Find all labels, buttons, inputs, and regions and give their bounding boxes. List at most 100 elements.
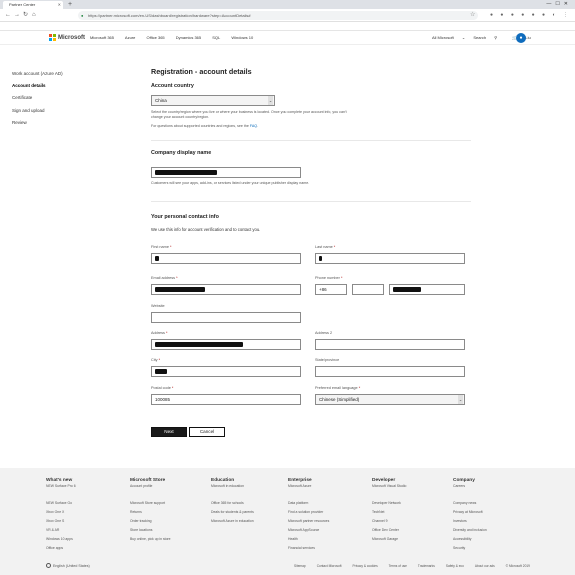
nav-windows-10[interactable]: Windows 10 [231, 35, 253, 40]
footer-link[interactable]: Security [453, 546, 533, 551]
footer-link[interactable]: Find a solution provider [288, 510, 368, 515]
forward-icon[interactable]: → [14, 11, 20, 20]
footer-link[interactable]: Microsoft Azure [288, 484, 368, 489]
footer-link[interactable]: Account profile [130, 484, 210, 489]
footer-link[interactable]: Xbox One S [46, 519, 126, 524]
footer-link[interactable]: Developer Network [372, 501, 452, 506]
footer-link[interactable]: Microsoft AppSource [288, 528, 368, 533]
window-controls[interactable]: —☐✕ [546, 0, 572, 9]
footer-link[interactable]: Investors [453, 519, 533, 524]
footer-link[interactable]: Channel 9 [372, 519, 452, 524]
step-review[interactable]: Review [12, 117, 102, 129]
language-value: Chinese (Simplified) [319, 397, 360, 402]
new-tab-icon[interactable]: + [68, 0, 72, 9]
avatar[interactable]: ● [516, 33, 526, 43]
footer-bottom-link[interactable]: Contact Microsoft [317, 564, 342, 568]
locale-selector[interactable]: English (United States) [46, 563, 90, 568]
footer-link[interactable]: Order tracking [130, 519, 210, 524]
first-name-input[interactable] [151, 253, 301, 264]
footer-link[interactable]: NEW Surface Pro 6 [46, 484, 126, 489]
website-input[interactable] [151, 312, 301, 323]
step-work-account[interactable]: Work account (Azure AD) [12, 68, 102, 80]
footer-column: Education Microsoft in education Office 36… [211, 477, 291, 528]
footer-link[interactable]: Office apps [46, 546, 126, 551]
footer-link[interactable]: Careers [453, 484, 533, 489]
nav-dynamics-365[interactable]: Dynamics 365 [176, 35, 201, 40]
footer-bottom-link[interactable]: Trademarks [418, 564, 435, 568]
footer-link[interactable]: Microsoft Azure in education [211, 519, 291, 524]
nav-sql[interactable]: SQL [212, 35, 220, 40]
footer-link[interactable]: Office Dev Center [372, 528, 452, 533]
nav-office-365[interactable]: Office 365 [146, 35, 164, 40]
footer-spacer [130, 493, 210, 501]
footer-link[interactable]: Store locations [130, 528, 210, 533]
reload-icon[interactable]: ↻ [23, 11, 28, 20]
footer-link[interactable]: Returns [130, 510, 210, 515]
language-select[interactable]: Chinese (Simplified) ⌄ [315, 394, 465, 405]
address-input[interactable] [151, 339, 301, 350]
company-display-name-input[interactable] [151, 167, 301, 178]
brand-name[interactable]: Microsoft [58, 34, 85, 42]
footer-column-heading: Developer [372, 478, 396, 483]
email-field[interactable] [151, 284, 301, 295]
address2-input[interactable] [315, 339, 465, 350]
step-certificate[interactable]: Certificate [12, 92, 102, 104]
footer-link[interactable]: Windows 10 apps [46, 537, 126, 542]
footer-link[interactable]: Diversity and inclusion [453, 528, 533, 533]
footer-link[interactable]: Xbox One X [46, 510, 126, 515]
footer-link[interactable]: Accessibility [453, 537, 533, 542]
city-input[interactable] [151, 366, 301, 377]
footer-bottom-link[interactable]: Safety & eco [446, 564, 464, 568]
step-sign-and-upload[interactable]: Sign and upload [12, 105, 102, 117]
phone-area-input[interactable] [352, 284, 384, 295]
footer-link[interactable]: Microsoft Store support [130, 501, 210, 506]
footer-bottom-link[interactable]: Sitemap [294, 564, 306, 568]
locale-label: English (United States) [53, 564, 90, 568]
tab-close-icon[interactable]: ✕ [58, 1, 61, 9]
extension-icons[interactable]: ● ● ● ● ● ● ◐ ⋮ [490, 11, 571, 20]
footer-bottom-link[interactable]: About our ads [475, 564, 495, 568]
footer-bottom-link[interactable]: Terms of use [389, 564, 407, 568]
footer-link[interactable]: Microsoft partner resources [288, 519, 368, 524]
nav-azure[interactable]: Azure [125, 35, 135, 40]
search-link[interactable]: Search ⚲ [473, 35, 504, 40]
footer-bottom-link[interactable]: Privacy & cookies [353, 564, 378, 568]
footer-link[interactable]: Company news [453, 501, 533, 506]
postal-code-input[interactable]: 100085 [151, 394, 301, 405]
footer-link[interactable]: Deals for students & parents [211, 510, 291, 515]
footer-link[interactable]: Microsoft Visual Studio [372, 484, 452, 489]
footer-link[interactable]: Health [288, 537, 368, 542]
cancel-button[interactable]: Cancel [189, 427, 225, 437]
microsoft-logo-icon[interactable] [49, 34, 56, 41]
next-button[interactable]: Next [151, 427, 187, 437]
phone-number-input[interactable] [389, 284, 465, 295]
footer-link[interactable]: Office 365 for schools [211, 501, 291, 506]
address-bar[interactable]: ● https://partner.microsoft.com/en-US/da… [78, 11, 478, 20]
user-locale[interactable]: Liu [525, 35, 530, 40]
footer-link[interactable]: VR & AR [46, 528, 126, 533]
footer-column: Company Careers Company news Privacy at Mic… [453, 477, 533, 555]
browser-tab[interactable]: Partner Center ✕ [3, 1, 63, 9]
home-icon[interactable]: ⌂ [32, 11, 36, 20]
last-name-input[interactable] [315, 253, 465, 264]
back-icon[interactable]: ← [5, 11, 11, 20]
faq-link[interactable]: FAQ [250, 124, 257, 128]
postal-code-label: Postal code * [151, 386, 174, 390]
footer-link[interactable]: Microsoft in education [211, 484, 291, 489]
step-account-details[interactable]: Account details [12, 80, 102, 92]
footer-link[interactable]: Microsoft Garage [372, 537, 452, 542]
footer-link[interactable]: TechNet [372, 510, 452, 515]
faq-prefix: For questions about supported countries … [151, 124, 249, 128]
state-input[interactable] [315, 366, 465, 377]
footer-link[interactable]: Data platform [288, 501, 368, 506]
footer-link[interactable]: Buy online, pick up in store [130, 537, 210, 542]
bookmark-star-icon[interactable]: ☆ [470, 11, 475, 20]
phone-country-code-input[interactable]: +86 [315, 284, 347, 295]
nav-microsoft-365[interactable]: Microsoft 365 [90, 35, 114, 40]
footer-link[interactable]: NEW Surface Go [46, 501, 126, 506]
redacted-value [319, 256, 322, 261]
country-select[interactable]: China ⌄ [151, 95, 275, 106]
all-microsoft-menu[interactable]: All Microsoft ⌄ [432, 35, 465, 40]
footer-link[interactable]: Financial services [288, 546, 368, 551]
footer-link[interactable]: Privacy at Microsoft [453, 510, 533, 515]
